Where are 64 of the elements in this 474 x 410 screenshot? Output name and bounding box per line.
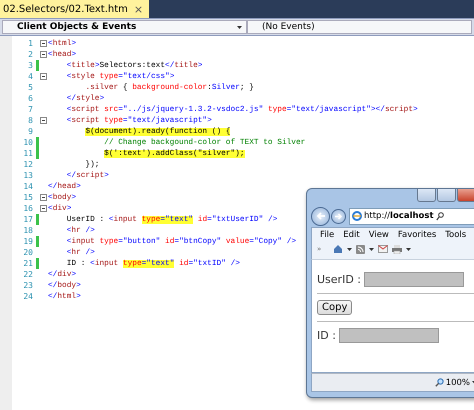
forward-arrow-icon bbox=[334, 212, 342, 220]
field-label: ID : bbox=[317, 329, 336, 342]
line-number: 15 bbox=[22, 193, 33, 202]
line-number: 10 bbox=[22, 138, 33, 147]
zoom-icon[interactable] bbox=[434, 378, 444, 387]
caret-icon bbox=[369, 248, 374, 250]
line-number: 19 bbox=[22, 237, 33, 246]
collapse-icon[interactable] bbox=[40, 205, 47, 212]
line-number: 9 bbox=[27, 127, 33, 136]
line-number: 24 bbox=[22, 292, 33, 301]
line-number: 3 bbox=[27, 61, 33, 70]
search-icon[interactable] bbox=[436, 212, 444, 220]
print-icon[interactable] bbox=[392, 244, 402, 254]
line-number: 13 bbox=[22, 171, 33, 180]
document-tab[interactable]: 02.Selectors/02.Text.htm × bbox=[0, 0, 150, 18]
globe-icon bbox=[352, 211, 362, 221]
copy-button[interactable]: Copy bbox=[317, 300, 352, 315]
events-dropdown[interactable]: (No Events) bbox=[247, 20, 472, 34]
input-field[interactable] bbox=[338, 328, 439, 343]
line-number: 20 bbox=[22, 248, 33, 257]
line-number: 8 bbox=[27, 116, 33, 125]
url-text: http://localhost bbox=[364, 211, 434, 221]
collapse-icon[interactable] bbox=[40, 40, 47, 47]
line-number: 7 bbox=[27, 105, 33, 114]
line-number: 4 bbox=[27, 72, 33, 81]
minimize-button[interactable] bbox=[417, 189, 436, 202]
collapse-icon[interactable] bbox=[40, 117, 47, 124]
collapse-icon[interactable] bbox=[40, 51, 47, 58]
objects-dropdown[interactable]: Client Objects & Events bbox=[2, 20, 247, 34]
menu-item[interactable]: Edit bbox=[343, 230, 360, 240]
caret-icon bbox=[237, 26, 242, 28]
field-label: UserID : bbox=[317, 273, 361, 286]
back-button[interactable] bbox=[311, 206, 330, 226]
line-number: 12 bbox=[22, 160, 33, 169]
line-number: 23 bbox=[22, 281, 33, 290]
collapse-icon[interactable] bbox=[40, 194, 47, 201]
menu-item[interactable]: View bbox=[368, 230, 389, 240]
mail-icon[interactable] bbox=[378, 245, 388, 253]
line-number: 2 bbox=[27, 50, 33, 59]
menu-item[interactable]: Favorites bbox=[398, 230, 436, 240]
home-icon[interactable] bbox=[333, 244, 343, 254]
line-number: 11 bbox=[22, 149, 33, 158]
line-number: 21 bbox=[22, 259, 33, 268]
line-number: 5 bbox=[27, 83, 33, 92]
line-number: 1 bbox=[27, 39, 33, 48]
input-field[interactable] bbox=[364, 272, 464, 287]
collapse-icon[interactable] bbox=[40, 73, 47, 80]
line-number: 17 bbox=[22, 215, 33, 224]
line-number: 14 bbox=[22, 182, 33, 191]
maximize-button[interactable] bbox=[437, 189, 456, 202]
zoom-level[interactable]: 100% bbox=[446, 378, 470, 388]
menu-item[interactable]: File bbox=[320, 230, 334, 240]
caret-icon bbox=[347, 248, 352, 250]
back-arrow-icon bbox=[316, 212, 326, 220]
line-number: 22 bbox=[22, 270, 33, 279]
line-number: 16 bbox=[22, 204, 33, 213]
caret-icon bbox=[406, 248, 411, 250]
address-field[interactable]: http://localhost bbox=[349, 208, 474, 224]
feed-icon[interactable] bbox=[356, 244, 365, 254]
line-number: 6 bbox=[27, 94, 33, 103]
line-number: 18 bbox=[22, 226, 33, 235]
close-icon[interactable]: × bbox=[134, 2, 144, 16]
forward-button[interactable] bbox=[331, 208, 346, 224]
menu-item[interactable]: Tools bbox=[445, 230, 466, 240]
